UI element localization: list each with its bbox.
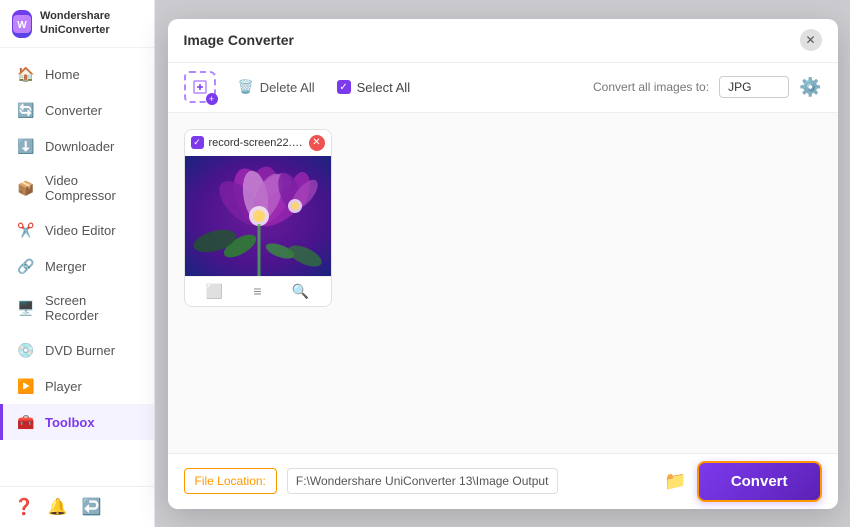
video-editor-icon: ✂️ <box>17 221 35 239</box>
sidebar-item-label: Video Editor <box>45 223 116 238</box>
card-filename: record-screen22.JPG <box>209 137 304 149</box>
sidebar: W Wondershare UniConverter 🏠 Home 🔄 Conv… <box>0 0 155 527</box>
sidebar-item-home[interactable]: 🏠 Home <box>0 56 154 92</box>
sidebar-item-label: Video Compressor <box>45 173 140 203</box>
sidebar-footer: ❓ 🔔 ↩️ <box>0 486 154 527</box>
delete-all-button[interactable]: 🗑️ Delete All <box>232 75 321 99</box>
modal-body: ✓ record-screen22.JPG ✕ <box>168 113 838 453</box>
app-name: Wondershare UniConverter <box>40 10 142 36</box>
sidebar-item-toolbox[interactable]: 🧰 Toolbox <box>0 404 154 440</box>
sidebar-item-screen-recorder[interactable]: 🖥️ Screen Recorder <box>0 284 154 332</box>
select-all-label: Select All <box>357 80 410 95</box>
file-path-select[interactable]: F:\Wondershare UniConverter 13\Image Out… <box>287 468 558 494</box>
format-selector-wrapper: JPG PNG BMP TIFF GIF WEBP <box>719 76 789 98</box>
refresh-icon[interactable]: ↩️ <box>82 497 102 517</box>
toolbox-icon: 🧰 <box>17 413 35 431</box>
zoom-icon[interactable]: 🔍 <box>292 283 309 300</box>
player-icon: ▶️ <box>17 377 35 395</box>
format-select[interactable]: JPG PNG BMP TIFF GIF WEBP <box>719 76 789 98</box>
modal-toolbar: + 🗑️ Delete All ✓ Select All Convert all… <box>168 63 838 113</box>
nav-menu: 🏠 Home 🔄 Converter ⬇️ Downloader 📦 Video… <box>0 48 154 486</box>
sidebar-item-label: DVD Burner <box>45 343 115 358</box>
sidebar-item-converter[interactable]: 🔄 Converter <box>0 92 154 128</box>
screen-recorder-icon: 🖥️ <box>17 299 35 317</box>
sidebar-item-downloader[interactable]: ⬇️ Downloader <box>0 128 154 164</box>
card-remove-button[interactable]: ✕ <box>309 135 325 151</box>
sidebar-item-dvd-burner[interactable]: 💿 DVD Burner <box>0 332 154 368</box>
card-checkbox[interactable]: ✓ <box>191 136 204 149</box>
checkbox-checked-icon: ✓ <box>337 80 351 94</box>
settings-icon[interactable]: ⚙️ <box>799 77 821 98</box>
sidebar-item-label: Merger <box>45 259 86 274</box>
app-logo: W Wondershare UniConverter <box>0 0 154 48</box>
modal-title: Image Converter <box>184 32 294 48</box>
image-card: ✓ record-screen22.JPG ✕ <box>184 129 332 307</box>
logo-icon: W <box>12 10 32 38</box>
svg-text:W: W <box>17 20 27 31</box>
sidebar-item-label: Converter <box>45 103 102 118</box>
select-all-checkbox[interactable]: ✓ Select All <box>337 80 410 95</box>
sidebar-item-label: Home <box>45 67 80 82</box>
downloader-icon: ⬇️ <box>17 137 35 155</box>
video-compressor-icon: 📦 <box>17 179 35 197</box>
delete-all-label: Delete All <box>260 80 315 95</box>
sidebar-item-video-compressor[interactable]: 📦 Video Compressor <box>0 164 154 212</box>
file-location-label: File Location: <box>184 468 277 494</box>
sidebar-item-merger[interactable]: 🔗 Merger <box>0 248 154 284</box>
toolbar-right: Convert all images to: JPG PNG BMP TIFF … <box>593 76 821 98</box>
home-icon: 🏠 <box>17 65 35 83</box>
image-thumbnail <box>185 156 332 276</box>
convert-all-label: Convert all images to: <box>593 80 709 94</box>
trash-icon: 🗑️ <box>238 79 254 95</box>
sidebar-item-player[interactable]: ▶️ Player <box>0 368 154 404</box>
converter-icon: 🔄 <box>17 101 35 119</box>
help-icon[interactable]: ❓ <box>14 497 34 517</box>
file-path-wrapper: F:\Wondershare UniConverter 13\Image Out… <box>287 468 655 494</box>
add-files-button[interactable]: + <box>184 71 216 103</box>
sidebar-item-label: Downloader <box>45 139 114 154</box>
add-plus-badge: + <box>206 93 218 105</box>
modal-footer: File Location: F:\Wondershare UniConvert… <box>168 453 838 509</box>
modal-overlay: Image Converter ✕ + 🗑️ Delete Al <box>155 0 850 527</box>
sidebar-item-label: Player <box>45 379 82 394</box>
adjust-icon[interactable]: ≡ <box>253 283 261 299</box>
convert-button[interactable]: Convert <box>697 461 822 502</box>
sidebar-item-label: Toolbox <box>45 415 95 430</box>
dvd-burner-icon: 💿 <box>17 341 35 359</box>
folder-icon[interactable]: 📁 <box>664 471 686 492</box>
image-card-footer: ⬜ ≡ 🔍 <box>185 276 331 306</box>
image-card-header: ✓ record-screen22.JPG ✕ <box>185 130 331 156</box>
image-converter-modal: Image Converter ✕ + 🗑️ Delete Al <box>168 19 838 509</box>
merger-icon: 🔗 <box>17 257 35 275</box>
main-content: Image Converter ✕ + 🗑️ Delete Al <box>155 0 850 527</box>
crop-icon[interactable]: ⬜ <box>206 283 223 300</box>
modal-header: Image Converter ✕ <box>168 19 838 63</box>
sidebar-item-video-editor[interactable]: ✂️ Video Editor <box>0 212 154 248</box>
sidebar-item-label: Screen Recorder <box>45 293 140 323</box>
notification-icon[interactable]: 🔔 <box>48 497 68 517</box>
close-button[interactable]: ✕ <box>800 29 822 51</box>
